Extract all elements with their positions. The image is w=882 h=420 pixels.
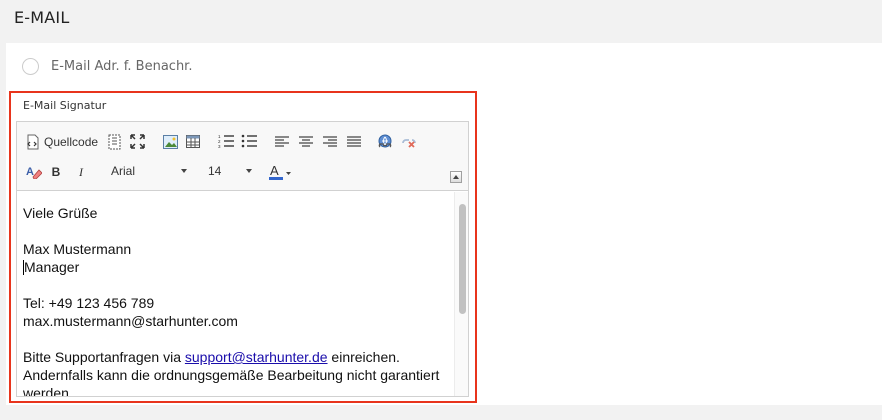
chevron-down-icon bbox=[181, 169, 187, 173]
editor-scrollbar[interactable] bbox=[454, 192, 468, 396]
font-size-value: 14 bbox=[208, 164, 222, 178]
content-line: Max Mustermann bbox=[23, 241, 132, 257]
scrollbar-thumb[interactable] bbox=[459, 204, 466, 314]
content-line: Viele Grüße bbox=[23, 205, 98, 221]
notify-label: E-Mail Adr. f. Benachr. bbox=[51, 59, 193, 74]
content-line: max.mustermann@starhunter.com bbox=[23, 313, 238, 329]
bold-icon: B bbox=[51, 165, 61, 179]
show-blocks-icon[interactable] bbox=[108, 134, 122, 150]
editor-toolbar: Quellcode 1 2 3 A B I Arial 14 A bbox=[17, 122, 468, 191]
link-icon[interactable] bbox=[377, 134, 393, 150]
align-right-icon[interactable] bbox=[323, 136, 337, 148]
remove-format-icon[interactable]: A bbox=[26, 164, 42, 179]
chevron-down-icon bbox=[246, 169, 252, 173]
italic-button[interactable]: I bbox=[74, 163, 88, 181]
text-color-button[interactable]: A bbox=[269, 163, 295, 181]
notify-radio[interactable] bbox=[22, 58, 39, 75]
table-icon[interactable] bbox=[186, 135, 200, 148]
font-family-select[interactable]: Arial bbox=[111, 162, 187, 180]
bulleted-list-icon[interactable] bbox=[241, 134, 257, 149]
svg-text:3: 3 bbox=[218, 144, 221, 149]
align-justify-icon[interactable] bbox=[347, 136, 361, 148]
content-text: einreichen. bbox=[327, 349, 400, 365]
maximize-icon[interactable] bbox=[130, 134, 145, 149]
content-line: Manager bbox=[24, 259, 80, 275]
unlink-icon[interactable] bbox=[401, 134, 417, 150]
source-button[interactable]: Quellcode bbox=[25, 133, 101, 151]
align-center-icon[interactable] bbox=[299, 136, 313, 148]
image-icon[interactable] bbox=[163, 135, 178, 149]
signature-editor[interactable]: Quellcode 1 2 3 A B I Arial 14 A Viele G… bbox=[16, 121, 469, 397]
source-label: Quellcode bbox=[44, 135, 99, 149]
align-left-icon[interactable] bbox=[275, 136, 289, 148]
source-icon bbox=[27, 134, 39, 150]
numbered-list-icon[interactable]: 1 2 3 bbox=[218, 134, 234, 149]
section-title: E-MAIL bbox=[14, 8, 70, 27]
bold-button[interactable]: B bbox=[49, 163, 63, 181]
signature-label: E-Mail Signatur bbox=[23, 99, 107, 112]
content-line: Andernfalls kann die ordnungsgemäße Bear… bbox=[23, 367, 440, 383]
content-line: Tel: +49 123 456 789 bbox=[23, 295, 155, 311]
signature-content[interactable]: Viele Grüße Max Mustermann Manager Tel: … bbox=[23, 204, 451, 397]
font-size-select[interactable]: 14 bbox=[208, 162, 252, 180]
svg-text:A: A bbox=[26, 166, 34, 178]
italic-icon: I bbox=[79, 164, 83, 179]
svg-text:A: A bbox=[270, 163, 279, 178]
collapse-toolbar-icon[interactable] bbox=[450, 171, 462, 183]
font-family-value: Arial bbox=[111, 164, 136, 178]
text-color-icon: A bbox=[269, 163, 291, 180]
content-line: werden. bbox=[23, 385, 73, 397]
notify-option[interactable]: E-Mail Adr. f. Benachr. bbox=[22, 58, 192, 75]
content-text: Bitte Supportanfragen via bbox=[23, 349, 185, 365]
support-email-link[interactable]: support@starhunter.de bbox=[185, 349, 328, 365]
